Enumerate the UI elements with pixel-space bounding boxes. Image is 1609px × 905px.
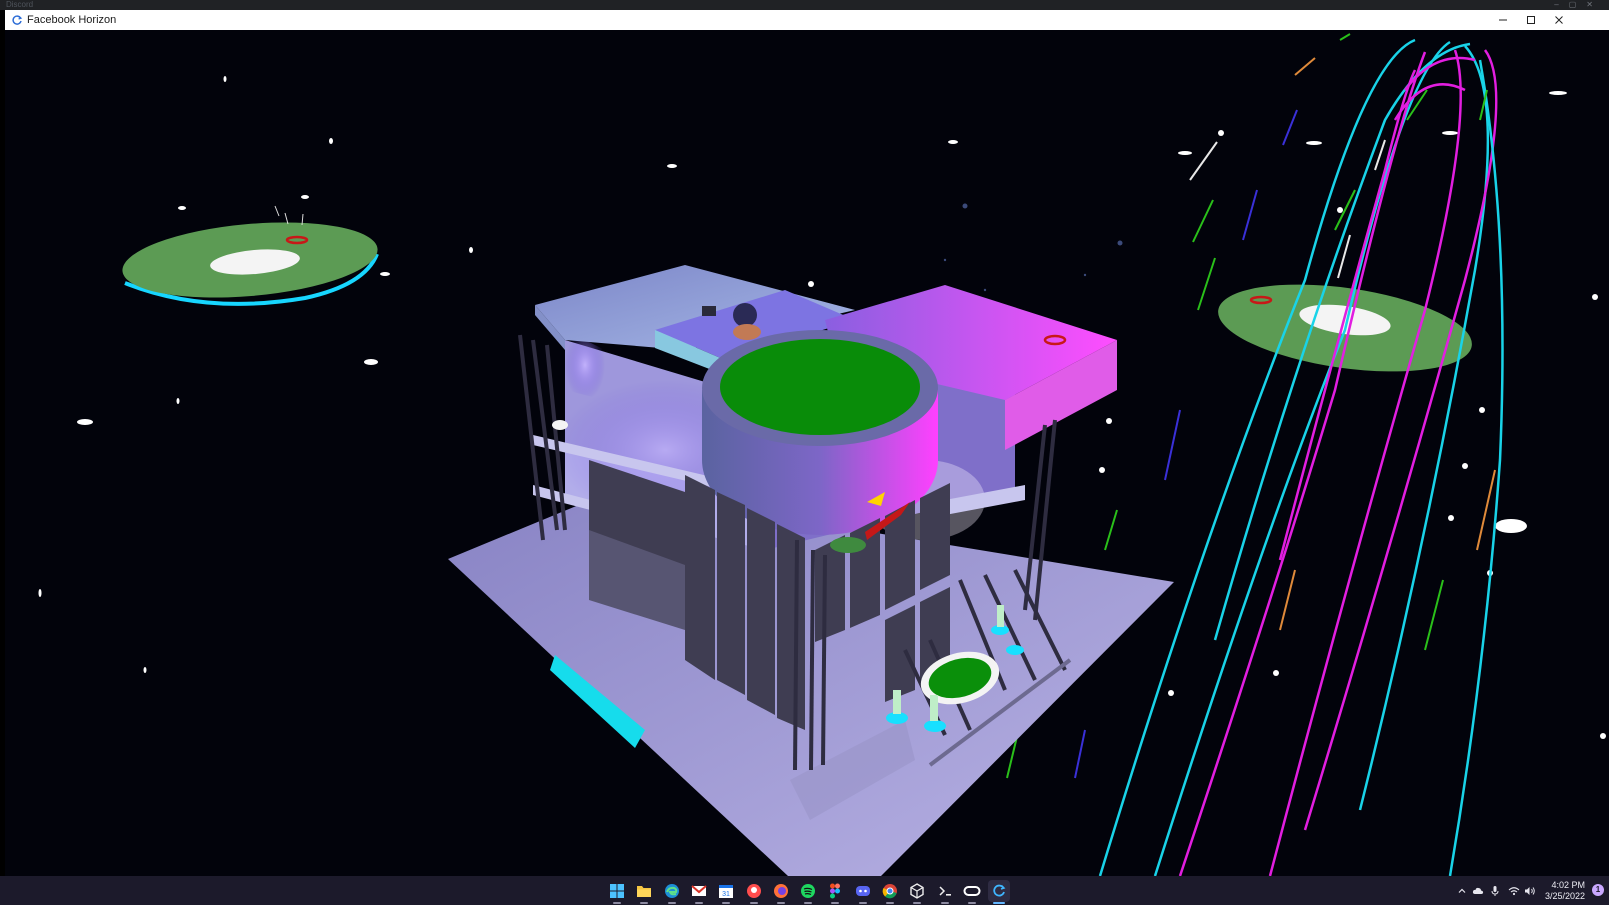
taskbar-button-unity[interactable]: [906, 880, 928, 904]
wifi-icon: [1508, 886, 1520, 895]
taskbar-button-horizon[interactable]: [988, 880, 1010, 904]
file-explorer-icon: [636, 884, 652, 898]
gmail-icon: [691, 885, 707, 897]
running-indicator: [804, 902, 812, 904]
running-indicator: [613, 902, 621, 904]
tray-cloud[interactable]: [1469, 876, 1487, 905]
minimize-button[interactable]: [1489, 10, 1517, 30]
notification-badge[interactable]: 1: [1592, 884, 1604, 896]
minimize-icon: [1499, 19, 1507, 21]
close-button[interactable]: [1545, 10, 1573, 30]
world-scene: [38, 33, 1606, 876]
taskbar-button-windows-start[interactable]: [606, 880, 628, 904]
figma-icon: [829, 883, 841, 899]
running-indicator: [859, 902, 867, 904]
window-title: Facebook Horizon: [27, 14, 117, 26]
tray-overflow-button[interactable]: [1455, 876, 1469, 905]
taskbar-button-oculus[interactable]: [961, 880, 983, 904]
taskbar-button-file-explorer[interactable]: [633, 880, 655, 904]
running-indicator: [750, 902, 758, 904]
running-indicator: [722, 902, 730, 904]
taskbar-button-terminal[interactable]: [934, 880, 956, 904]
running-indicator: [695, 902, 703, 904]
windows-taskbar: 31 4:02 PM 3/25/2022 1: [0, 876, 1609, 905]
clock-time: 4:02 PM: [1551, 880, 1585, 890]
maximize-button[interactable]: [1517, 10, 1545, 30]
background-app-title: Discord: [6, 0, 34, 9]
fountain-streams: [1098, 38, 1504, 876]
firefox-icon: [773, 883, 789, 899]
background-app-titlebar: Discord –▢✕: [0, 0, 1609, 10]
taskbar-button-gmail[interactable]: [688, 880, 710, 904]
taskbar-button-gamepad[interactable]: [743, 880, 765, 904]
chevron-up-icon: [1458, 888, 1466, 893]
edge-icon: [664, 883, 680, 899]
running-indicator: [968, 902, 976, 904]
terminal-icon: [937, 883, 953, 899]
system-clock[interactable]: 4:02 PM 3/25/2022: [1525, 880, 1585, 902]
gamepad-icon: [746, 883, 762, 899]
unity-icon: [909, 883, 925, 899]
close-icon: [1555, 16, 1563, 24]
taskbar-button-edge[interactable]: [661, 880, 683, 904]
calendar-icon: 31: [718, 883, 734, 899]
taskbar-button-spotify[interactable]: [797, 880, 819, 904]
taskbar-button-figma[interactable]: [824, 880, 846, 904]
taskbar-button-chrome[interactable]: [879, 880, 901, 904]
3d-viewport[interactable]: [5, 30, 1609, 876]
tray-wifi[interactable]: [1506, 876, 1522, 905]
running-indicator: [640, 902, 648, 904]
taskbar-button-calendar[interactable]: 31: [715, 880, 737, 904]
taskbar-button-discord[interactable]: [852, 880, 874, 904]
microphone-icon: [1491, 885, 1499, 896]
discord-icon: [855, 884, 871, 898]
chrome-icon: [882, 883, 898, 899]
running-indicator: [886, 902, 894, 904]
running-indicator: [831, 902, 839, 904]
left-floating-platform: [122, 205, 379, 306]
maximize-icon: [1527, 16, 1535, 24]
background-window-controls: –▢✕: [1554, 0, 1603, 9]
running-indicator: [913, 902, 921, 904]
running-indicator: [777, 902, 785, 904]
spotify-icon: [800, 883, 816, 899]
oculus-icon: [963, 885, 981, 897]
windows-start-icon: [609, 883, 625, 899]
tray-microphone[interactable]: [1487, 876, 1503, 905]
taskbar-button-firefox[interactable]: [770, 880, 792, 904]
running-indicator: [993, 902, 1005, 904]
horizon-icon: [991, 883, 1007, 899]
sparkles: [943, 203, 1123, 292]
horizon-window: Facebook Horizon: [5, 10, 1609, 876]
cloud-icon: [1472, 887, 1484, 894]
clock-date: 3/25/2022: [1544, 891, 1585, 901]
window-titlebar[interactable]: Facebook Horizon: [5, 10, 1609, 30]
svg-text:31: 31: [722, 891, 730, 898]
horizon-refresh-icon: [12, 15, 23, 25]
running-indicator: [668, 902, 676, 904]
running-indicator: [941, 902, 949, 904]
